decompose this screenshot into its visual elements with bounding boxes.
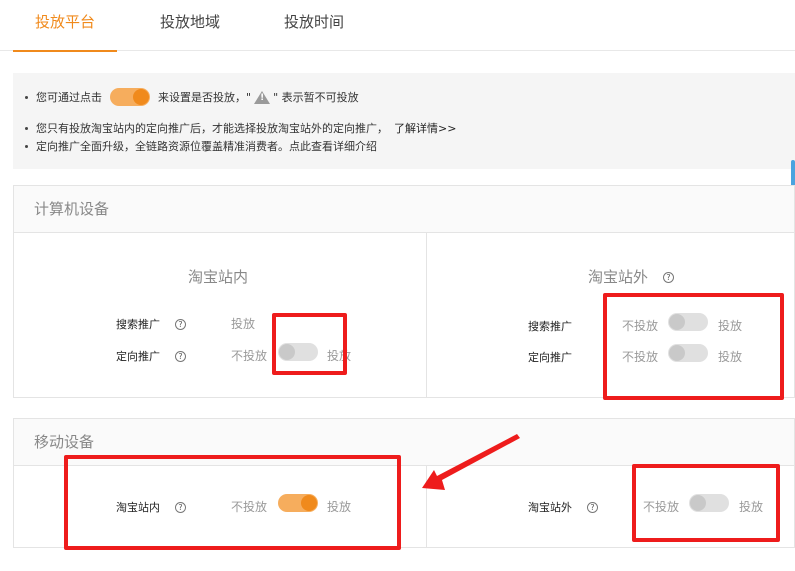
bullet <box>25 95 28 99</box>
upgrade-notice-link[interactable]: 定向推广全面升级，全链路资源位覆盖精准消费者。点此查看详细介绍 <box>36 138 377 154</box>
notice-line-3: 定向推广全面升级，全链路资源位覆盖精准消费者。点此查看详细介绍 <box>25 138 377 154</box>
annotation-box <box>632 464 780 542</box>
option-off-label: 不投放 <box>231 349 268 363</box>
annotation-box <box>272 313 347 375</box>
warning-icon <box>254 90 271 104</box>
bullet <box>25 144 28 148</box>
example-toggle <box>110 88 150 106</box>
column-title-outside: 淘宝站外 <box>588 268 649 286</box>
tab-platform[interactable]: 投放平台 <box>13 0 117 52</box>
help-icon[interactable]: ? <box>175 351 186 362</box>
row-label-targeted: 定向推广 <box>528 351 572 364</box>
notice-box: 您可通过点击 来设置是否投放，" " 表示暂不可投放 您只有投放淘宝站内的定向推… <box>13 73 795 169</box>
tab-region[interactable]: 投放地域 <box>140 0 240 51</box>
panel-header: 计算机设备 <box>14 186 794 233</box>
toggle-knob <box>133 89 149 105</box>
annotation-box <box>603 293 784 400</box>
column-divider <box>426 466 427 547</box>
annotation-box <box>64 455 401 550</box>
tab-time[interactable]: 投放时间 <box>264 0 364 51</box>
column-title-inside: 淘宝站内 <box>188 268 249 286</box>
notice-line-1: 您可通过点击 来设置是否投放，" " 表示暂不可投放 <box>25 88 359 106</box>
tab-bar: 投放平台 投放地域 投放时间 <box>0 0 795 52</box>
bullet <box>25 126 28 130</box>
row-label-search: 搜索推广 <box>116 318 160 331</box>
notice-line-2: 您只有投放淘宝站内的定向推广后，才能选择投放淘宝站外的定向推广， 了解详情>> <box>25 120 456 136</box>
row-label-targeted: 定向推广 <box>116 350 160 363</box>
row-label-search: 搜索推广 <box>528 320 572 333</box>
learn-more-link[interactable]: 了解详情>> <box>394 120 456 136</box>
help-icon[interactable]: ? <box>663 272 674 283</box>
row-label-outside: 淘宝站外 <box>528 501 572 514</box>
panel-title: 计算机设备 <box>34 200 110 218</box>
help-icon[interactable]: ? <box>587 502 598 513</box>
help-icon[interactable]: ? <box>175 319 186 330</box>
column-divider <box>426 233 427 397</box>
option-on-label: 投放 <box>231 317 256 331</box>
